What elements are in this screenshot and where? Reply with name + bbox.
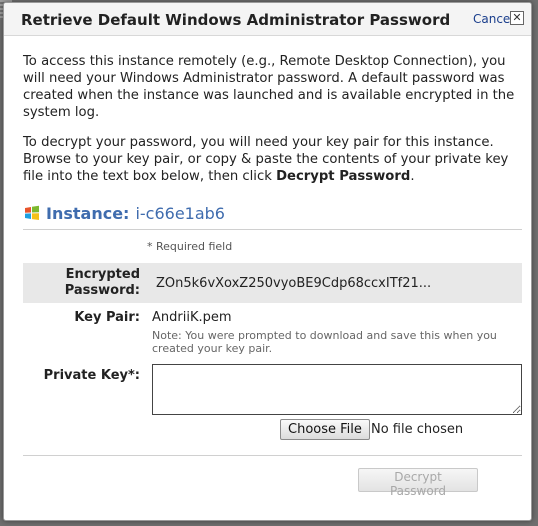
- close-icon[interactable]: ✕: [510, 11, 524, 25]
- instance-heading: Instance: i-c66e1ab6: [24, 202, 225, 224]
- divider: [23, 229, 522, 230]
- encrypted-password-label: Encrypted Password:: [22, 267, 140, 299]
- private-key-textarea[interactable]: [152, 364, 522, 415]
- key-pair-value: AndriiK.pem: [152, 310, 232, 325]
- file-status-text: No file chosen: [371, 422, 464, 437]
- instance-label: Instance:: [46, 203, 130, 223]
- required-field-note: * Required field: [147, 240, 233, 253]
- footer-divider: [23, 455, 522, 456]
- private-key-label: Private Key*:: [43, 368, 140, 383]
- windows-logo-icon: [25, 205, 39, 220]
- cancel-link[interactable]: Cancel: [473, 12, 514, 26]
- instructions-suffix: .: [410, 169, 415, 184]
- key-pair-note: Note: You were prompted to download and …: [152, 329, 497, 355]
- key-pair-label: Key Pair:: [74, 310, 140, 325]
- dialog-title: Retrieve Default Windows Administrator P…: [21, 11, 451, 29]
- instructions-text: To decrypt your password, you will need …: [23, 135, 509, 184]
- encrypted-password-value: ZOn5k6vXoxZ250vyoBE9Cdp68ccxITf21...: [156, 276, 432, 291]
- intro-paragraph: To access this instance remotely (e.g., …: [23, 54, 515, 120]
- instructions-paragraph: To decrypt your password, you will need …: [23, 134, 528, 185]
- retrieve-password-dialog: Retrieve Default Windows Administrator P…: [3, 2, 532, 521]
- instance-id: i-c66e1ab6: [135, 203, 225, 223]
- decrypt-password-button[interactable]: Decrypt Password: [358, 468, 478, 498]
- dialog-titlebar: Retrieve Default Windows Administrator P…: [4, 3, 531, 36]
- encrypted-password-label-line2: Password:: [64, 283, 140, 298]
- encrypted-password-label-line1: Encrypted: [65, 267, 140, 282]
- choose-file-button[interactable]: Choose File: [280, 419, 370, 440]
- instructions-bold-text: Decrypt Password: [276, 169, 411, 184]
